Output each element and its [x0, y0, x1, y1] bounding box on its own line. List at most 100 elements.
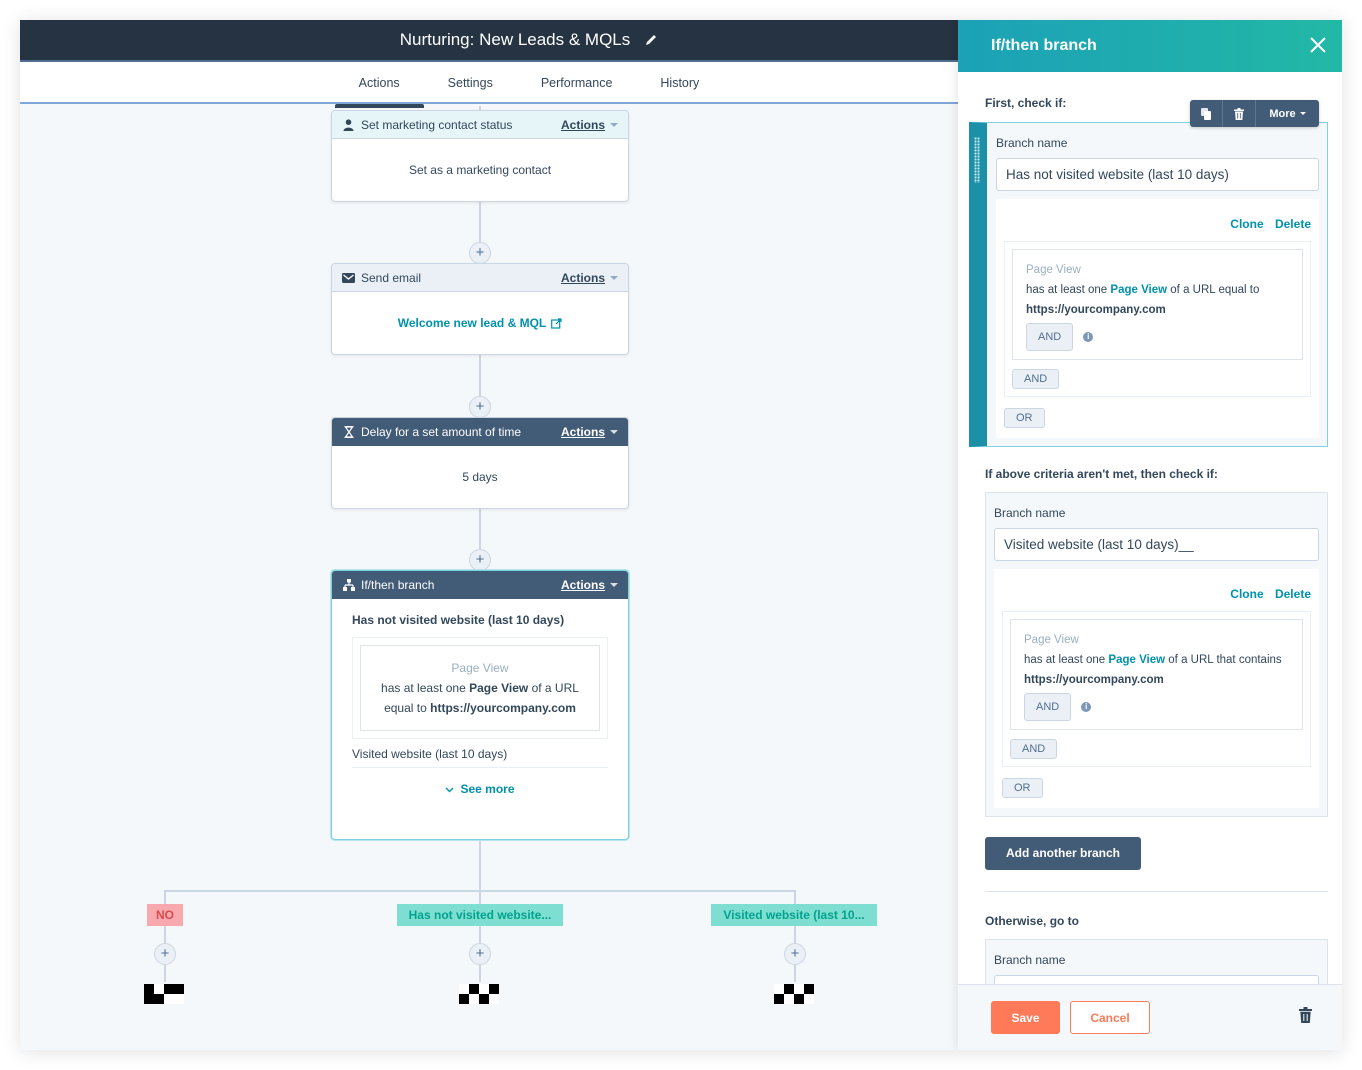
caret-down-icon — [610, 430, 618, 435]
or-row: OR — [1002, 778, 1311, 798]
actions-dropdown[interactable]: Actions — [561, 578, 618, 592]
or-button[interactable]: OR — [1002, 778, 1043, 798]
step-header: Delay for a set amount of time Actions — [332, 418, 628, 446]
tab-settings[interactable]: Settings — [424, 62, 517, 104]
clone-link[interactable]: Clone — [1230, 587, 1263, 601]
filter-description: has at least one Page View of a URL equa… — [371, 678, 589, 718]
filter-description: has at least one Page View of a URL equa… — [1026, 280, 1289, 300]
workflow-step-send-email[interactable]: Send email Actions Welcome new lead & MQ… — [331, 263, 629, 355]
and-button[interactable]: AND — [1010, 739, 1058, 759]
actions-dropdown[interactable]: Actions — [561, 271, 618, 285]
tab-performance[interactable]: Performance — [517, 62, 637, 104]
and-button[interactable]: AND — [1026, 323, 1074, 351]
panel-content: First, check if: Branch name Clone Delet… — [958, 72, 1342, 984]
if-then-branch-panel: If/then branch First, check if: Branch n… — [958, 20, 1342, 1050]
branch-summary: Has not visited website (last 10 days) P… — [332, 599, 628, 796]
email-link[interactable]: Welcome new lead & MQL — [398, 316, 546, 330]
add-action-button[interactable]: + — [469, 396, 491, 418]
trash-icon[interactable] — [1223, 100, 1256, 127]
close-icon[interactable] — [1310, 34, 1326, 58]
workflow-app: Nurturing: New Leads & MQLs Actions Sett… — [20, 20, 1342, 1050]
actions-dropdown[interactable]: Actions — [561, 425, 618, 439]
add-action-button[interactable]: + — [469, 242, 491, 264]
envelope-icon — [342, 271, 355, 284]
delete-link[interactable]: Delete — [1275, 587, 1311, 601]
save-button[interactable]: Save — [991, 1001, 1060, 1034]
see-more-label: See more — [460, 782, 515, 796]
filter-group: Page View has at least one Page View of … — [1004, 241, 1311, 397]
branch-editor[interactable]: Branch name Clone Delete Page View has a… — [985, 492, 1328, 817]
add-action-button[interactable]: + — [154, 943, 176, 965]
add-action-button[interactable]: + — [469, 549, 491, 571]
step-body: Welcome new lead & MQL — [332, 292, 628, 354]
workflow-canvas: Set marketing contact status Actions Set… — [20, 106, 958, 1050]
filter-type: Page View — [1026, 264, 1081, 276]
caret-down-icon — [610, 123, 618, 128]
more-dropdown[interactable]: More — [1256, 100, 1319, 127]
branch-tag-no[interactable]: NO — [147, 904, 183, 926]
filter-url: https://yourcompany.com — [1024, 674, 1164, 686]
panel-footer: Save Cancel — [958, 984, 1342, 1050]
step-header: Set marketing contact status Actions — [332, 111, 628, 139]
add-branch-row: Add another branch — [985, 837, 1328, 870]
otherwise-branch-editor[interactable]: Branch name — [985, 939, 1328, 984]
and-button[interactable]: AND — [1012, 369, 1060, 389]
tab-history[interactable]: History — [636, 62, 723, 104]
step-title: Set marketing contact status — [361, 117, 513, 132]
and-button[interactable]: AND — [1024, 693, 1072, 721]
or-button[interactable]: OR — [1004, 408, 1045, 428]
finish-flag-icon — [774, 984, 814, 1004]
finish-flag-icon — [459, 984, 499, 1004]
step-title: Delay for a set amount of time — [361, 424, 522, 439]
workflow-step-delay[interactable]: Delay for a set amount of time Actions 5… — [331, 417, 629, 509]
criteria-actions: Clone Delete — [1002, 587, 1311, 601]
trash-icon[interactable] — [1299, 1007, 1312, 1028]
workflow-step-if-then-branch[interactable]: If/then branch Actions Has not visited w… — [331, 570, 629, 840]
external-link-icon[interactable] — [551, 317, 562, 329]
filter-text: of a URL equal to — [1167, 284, 1260, 296]
step-header: Send email Actions — [332, 264, 628, 292]
step-body: Set as a marketing contact — [332, 139, 628, 201]
branch-name-label: Branch name — [994, 506, 1066, 520]
branch-name-input[interactable] — [994, 528, 1319, 561]
group-and-row: AND — [1012, 369, 1303, 389]
chevron-down-icon — [445, 782, 454, 796]
tab-actions[interactable]: Actions — [334, 62, 424, 108]
filter-card[interactable]: Page View has at least one Page View of … — [1012, 249, 1303, 360]
branch-name-input[interactable] — [996, 158, 1319, 191]
person-icon — [342, 118, 355, 131]
caret-down-icon — [610, 276, 618, 281]
see-more-link[interactable]: See more — [352, 782, 608, 796]
add-another-branch-button[interactable]: Add another branch — [985, 837, 1142, 870]
filter-event: Page View — [1108, 654, 1166, 666]
branch-tag-visited[interactable]: Visited website (last 10... — [711, 904, 877, 926]
delete-link[interactable]: Delete — [1275, 217, 1311, 231]
workflow-step-set-status[interactable]: Set marketing contact status Actions Set… — [331, 110, 629, 202]
branch-editor[interactable]: Branch name Clone Delete Page View has a… — [969, 122, 1328, 447]
filter-event: Page View — [1110, 284, 1168, 296]
branch-toolbar: More — [1190, 100, 1319, 127]
clone-link[interactable]: Clone — [1230, 217, 1263, 231]
group-and-row: AND — [1010, 739, 1303, 759]
info-icon[interactable]: i — [1083, 331, 1094, 342]
step-header: If/then branch Actions — [332, 571, 628, 599]
pencil-icon[interactable] — [644, 33, 658, 47]
info-icon[interactable]: i — [1081, 701, 1092, 712]
cancel-button[interactable]: Cancel — [1070, 1001, 1150, 1034]
hourglass-icon — [342, 425, 355, 438]
copy-icon[interactable] — [1190, 100, 1223, 127]
or-row: OR — [1004, 408, 1311, 428]
filter-group: Page View has at least one Page View of … — [352, 637, 608, 739]
branch-tag-has-not-visited[interactable]: Has not visited website... — [397, 904, 563, 926]
filter-card[interactable]: Page View has at least one Page View of … — [1010, 619, 1303, 730]
drag-handle[interactable] — [974, 137, 980, 183]
branch-criteria: Clone Delete Page View has at least one … — [994, 569, 1319, 808]
filter-url: https://yourcompany.com — [1026, 304, 1166, 316]
workflow-header: Nurturing: New Leads & MQLs — [20, 20, 958, 62]
add-action-button[interactable]: + — [784, 943, 806, 965]
add-action-button[interactable]: + — [469, 943, 491, 965]
actions-dropdown[interactable]: Actions — [561, 118, 618, 132]
branch-name-input[interactable] — [994, 975, 1319, 984]
otherwise-label: Otherwise, go to — [985, 914, 1080, 928]
actions-label: Actions — [560, 270, 605, 285]
